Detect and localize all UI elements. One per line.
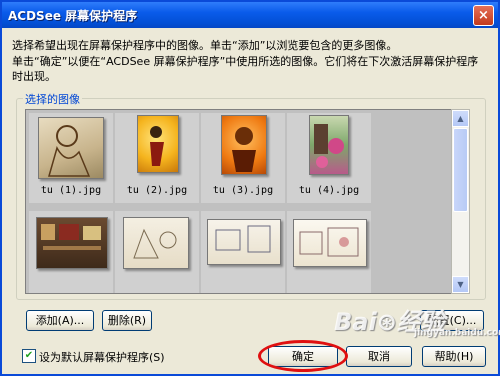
- thumbnail-item[interactable]: [287, 211, 371, 293]
- portrait-sketch-icon: [48, 125, 91, 177]
- thumbnail-image: [221, 115, 267, 175]
- selected-images-group: 选择的图像 tu (1).jpg tu (2).jpg tu (3).jpg t…: [16, 91, 486, 300]
- thumbnail-image: [309, 115, 349, 175]
- thumbnail-caption: tu (1).jpg: [40, 185, 102, 196]
- remove-button[interactable]: 删除(R): [102, 310, 152, 331]
- shelf-icon: [41, 224, 101, 250]
- thumbnail-image: [36, 217, 108, 269]
- thumbnail-image: [123, 217, 189, 269]
- window-title: ACDSee 屏幕保护程序: [8, 9, 138, 23]
- default-screensaver-checkbox[interactable]: ✔: [22, 349, 36, 363]
- thumbnail-caption: tu (4).jpg: [298, 185, 360, 196]
- highlight-ellipse: [258, 340, 348, 372]
- figure-icon: [232, 127, 256, 172]
- scrollbar-thumb[interactable]: [453, 128, 468, 212]
- thumbnail-caption: tu (3).jpg: [212, 185, 274, 196]
- instruction-text-2: 单击“确定”以便在“ACDSee 屏幕保护程序”中使用所选的图像。它们将在下次激…: [12, 55, 479, 83]
- thumbnail-image: [293, 219, 367, 267]
- default-screensaver-label: 设为默认屏幕保护程序(S): [39, 351, 165, 364]
- thumbnail-caption: tu (2).jpg: [126, 185, 188, 196]
- thumbnail-item[interactable]: tu (4).jpg: [287, 113, 371, 203]
- thumbnail-image: [137, 115, 179, 173]
- thumbnail-scrollbar[interactable]: ▲ ▼: [451, 109, 470, 294]
- thumbnail-item[interactable]: [115, 211, 199, 293]
- screensaver-dialog: ACDSee 屏幕保护程序 × 选择希望出现在屏幕保护程序中的图像。单击“添加”…: [0, 0, 500, 376]
- title-bar[interactable]: ACDSee 屏幕保护程序 ×: [2, 2, 498, 28]
- thumbnail-image: [38, 117, 104, 179]
- instruction-text-1: 选择希望出现在屏幕保护程序中的图像。单击“添加”以浏览要包含的更多图像。: [12, 39, 398, 52]
- garden-icon: [314, 124, 344, 168]
- thumbnail-list[interactable]: tu (1).jpg tu (2).jpg tu (3).jpg tu (4).…: [25, 109, 453, 294]
- thumbnail-item[interactable]: [201, 211, 285, 293]
- thumbnail-item[interactable]: tu (3).jpg: [201, 113, 285, 203]
- thumbnail-image: [207, 219, 281, 265]
- sketch-icon: [299, 227, 359, 257]
- cancel-button[interactable]: 取消: [346, 346, 412, 367]
- thumbnail-item[interactable]: [29, 211, 113, 293]
- sketch-icon: [215, 225, 271, 253]
- thumbnail-item[interactable]: tu (2).jpg: [115, 113, 199, 203]
- thumbnail-item[interactable]: tu (1).jpg: [29, 113, 113, 203]
- scroll-down-arrow-icon[interactable]: ▼: [452, 276, 469, 293]
- add-button[interactable]: 添加(A)...: [26, 310, 94, 331]
- watermark-url: jingyan.baidu.com: [414, 328, 500, 338]
- scroll-up-arrow-icon[interactable]: ▲: [452, 110, 469, 127]
- sketch-icon: [133, 228, 177, 259]
- close-button[interactable]: ×: [473, 5, 494, 26]
- help-button[interactable]: 帮助(H): [422, 346, 486, 367]
- figure-icon: [150, 126, 164, 166]
- selected-images-title: 选择的图像: [23, 91, 82, 107]
